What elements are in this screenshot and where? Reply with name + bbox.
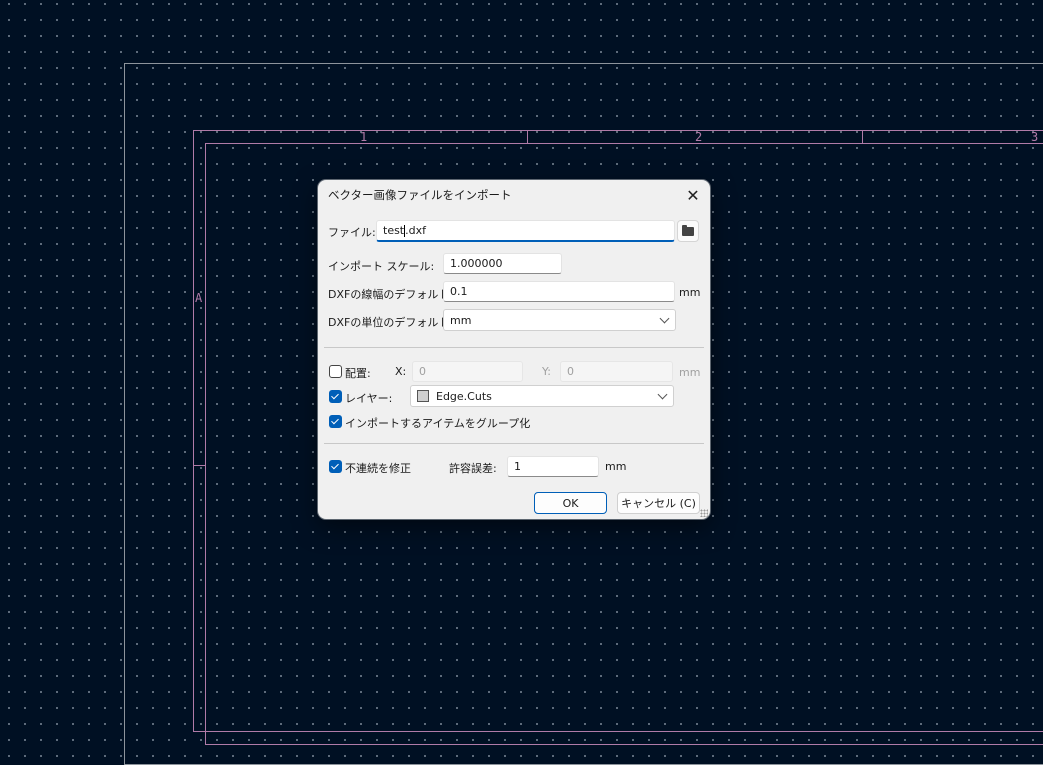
layer-select[interactable]: Edge.Cuts <box>410 385 674 407</box>
fix-discontinuities-checkbox[interactable] <box>329 460 342 473</box>
layer-color-swatch <box>417 390 429 402</box>
placement-x-value: 0 <box>419 365 426 378</box>
dxf-units-select[interactable]: mm <box>443 309 676 331</box>
tolerance-label: 許容誤差: <box>449 462 497 475</box>
layer-label: レイヤー: <box>345 392 393 405</box>
file-label: ファイル: <box>328 226 376 239</box>
resize-grip[interactable] <box>700 509 708 517</box>
ok-button[interactable]: OK <box>534 492 607 514</box>
group-items-label: インポートするアイテムをグループ化 <box>345 417 531 430</box>
placement-y-input[interactable]: 0 <box>560 361 673 382</box>
zone-divider <box>862 130 863 143</box>
tolerance-input[interactable]: 1 <box>507 456 599 477</box>
dxf-units-label: DXFの単位のデフォルト: <box>328 316 454 329</box>
chevron-down-icon <box>657 389 668 400</box>
import-scale-label: インポート スケール: <box>328 260 435 273</box>
placement-y-value: 0 <box>567 365 574 378</box>
zone-label-col1: 1 <box>360 130 368 144</box>
dxf-line-width-label: DXFの線幅のデフォルト: <box>328 288 454 301</box>
import-scale-input[interactable]: 1.000000 <box>443 253 562 274</box>
placement-x-label: X: <box>395 365 407 378</box>
placement-label: 配置: <box>345 367 371 380</box>
close-icon: ✕ <box>686 185 700 205</box>
separator <box>324 443 704 444</box>
dialog-title: ベクター画像ファイルをインポート <box>328 188 512 202</box>
placement-y-label: Y: <box>542 365 551 378</box>
zone-label-col3: 3 <box>1031 130 1039 144</box>
dxf-line-width-unit: mm <box>679 286 701 299</box>
dxf-line-width-value: 0.1 <box>450 285 468 298</box>
group-items-checkbox[interactable] <box>329 415 342 428</box>
zone-label-col2: 2 <box>695 130 703 144</box>
placement-x-input[interactable]: 0 <box>412 361 523 382</box>
file-input[interactable]: test .dxf <box>376 220 675 242</box>
file-value-part: .dxf <box>405 224 426 237</box>
zone-divider <box>193 465 205 466</box>
close-button[interactable]: ✕ <box>682 185 704 205</box>
layer-checkbox[interactable] <box>329 390 342 403</box>
placement-unit: mm <box>679 366 701 379</box>
zone-label-rowA: A <box>195 291 203 305</box>
cancel-button[interactable]: キャンセル (C) <box>617 492 700 514</box>
placement-checkbox[interactable] <box>329 365 342 378</box>
folder-icon <box>682 225 694 236</box>
chevron-down-icon <box>659 313 670 324</box>
layer-value: Edge.Cuts <box>436 389 492 403</box>
file-value-part: test <box>383 224 405 237</box>
tolerance-unit: mm <box>605 460 627 473</box>
tolerance-value: 1 <box>514 460 521 473</box>
dxf-line-width-input[interactable]: 0.1 <box>443 281 675 302</box>
fix-discontinuities-label: 不連続を修正 <box>345 462 411 475</box>
dxf-units-value: mm <box>450 313 472 327</box>
separator <box>324 347 704 348</box>
import-vector-dialog: ベクター画像ファイルをインポート ✕ ファイル: test .dxf インポート … <box>318 180 710 519</box>
browse-file-button[interactable] <box>677 220 699 242</box>
zone-divider <box>527 130 528 143</box>
import-scale-value: 1.000000 <box>450 257 503 270</box>
